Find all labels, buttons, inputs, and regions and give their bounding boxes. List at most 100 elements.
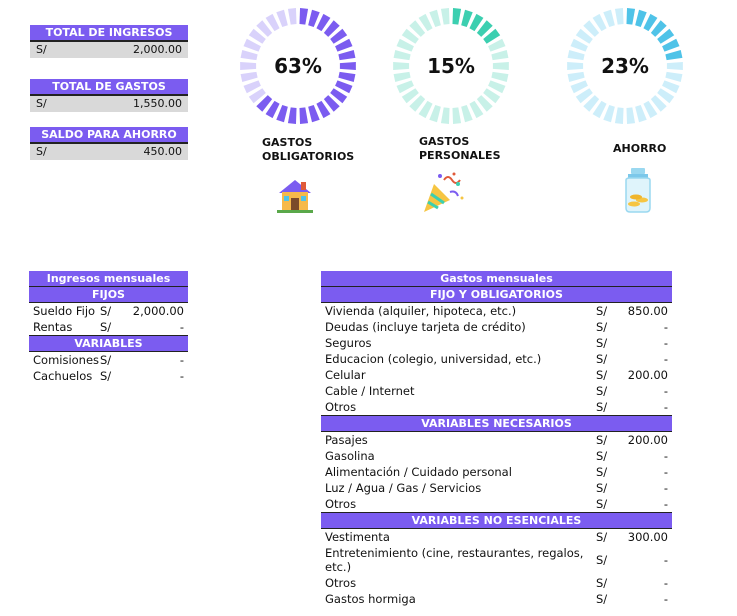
summary-label: SALDO PARA AHORRO [30, 127, 188, 144]
donut-percent: 63% [274, 54, 322, 78]
label-line: PERSONALES [419, 149, 501, 162]
currency-symbol: S/ [36, 97, 47, 110]
table-row: Deudas (incluye tarjeta de crédito) S/ - [321, 319, 672, 335]
table-row: Gasolina S/ - [321, 448, 672, 464]
row-label: Alimentación / Cuidado personal [325, 465, 512, 479]
table-row: Cable / Internet S/ - [321, 383, 672, 399]
row-value: - [663, 481, 668, 495]
row-value: - [663, 320, 668, 334]
row-label: Otros [325, 497, 357, 511]
section-header: VARIABLES [29, 335, 188, 352]
currency-symbol: S/ [100, 304, 112, 318]
row-label: Rentas [33, 320, 73, 334]
label-ahorro: AHORRO [613, 142, 666, 156]
summary-row: S/ 1,550.00 [30, 96, 188, 112]
row-value: - [179, 369, 184, 383]
row-label: Otros [325, 400, 357, 414]
summary-total-gastos: TOTAL DE GASTOS S/ 1,550.00 [30, 79, 188, 112]
table-title: Gastos mensuales [321, 271, 672, 286]
currency-symbol: S/ [596, 576, 608, 590]
row-value: 2,000.00 [132, 304, 184, 318]
row-label: Educacion (colegio, universidad, etc.) [325, 352, 542, 366]
row-value: - [663, 449, 668, 463]
row-value: - [663, 592, 668, 606]
summary-total-ingresos: TOTAL DE INGRESOS S/ 2,000.00 [30, 25, 188, 58]
label-line: AHORRO [613, 142, 667, 155]
currency-symbol: S/ [596, 553, 608, 567]
row-label: Celular [325, 368, 366, 382]
currency-symbol: S/ [596, 320, 608, 334]
table-row: Gastos hormiga S/ - [321, 591, 672, 607]
currency-symbol: S/ [596, 530, 608, 544]
table-row: Seguros S/ - [321, 335, 672, 351]
currency-symbol: S/ [596, 336, 608, 350]
table-row: Comisiones S/ - [29, 352, 188, 368]
savings-jar-icon [622, 166, 654, 214]
row-label: Deudas (incluye tarjeta de crédito) [325, 320, 526, 334]
row-label: Luz / Agua / Gas / Servicios [325, 481, 482, 495]
table-row: Sueldo Fijo S/ 2,000.00 [29, 303, 188, 319]
row-label: Pasajes [325, 433, 368, 447]
currency-symbol: S/ [36, 43, 47, 56]
currency-symbol: S/ [100, 369, 112, 383]
row-label: Cable / Internet [325, 384, 415, 398]
table-row: Otros S/ - [321, 399, 672, 415]
table-row: Celular S/200.00 [321, 367, 672, 383]
table-row: Vestimenta S/300.00 [321, 529, 672, 545]
row-value: - [663, 384, 668, 398]
row-label: Cachuelos [33, 369, 93, 383]
donut-gastos-personales: 15% [391, 6, 511, 126]
summary-label: TOTAL DE GASTOS [30, 79, 188, 96]
row-value: - [663, 336, 668, 350]
section-header: VARIABLES NO ESENCIALES [321, 512, 672, 529]
currency-symbol: S/ [596, 465, 608, 479]
label-gastos-obligatorios: GASTOS OBLIGATORIOS [262, 136, 354, 164]
label-gastos-personales: GASTOS PERSONALES [419, 135, 501, 163]
row-value: - [663, 553, 668, 567]
section-header: FIJO Y OBLIGATORIOS [321, 286, 672, 303]
currency-symbol: S/ [596, 384, 608, 398]
party-popper-icon [420, 170, 466, 216]
row-value: 200.00 [627, 433, 668, 447]
table-row: Rentas S/ - [29, 319, 188, 335]
currency-symbol: S/ [596, 400, 608, 414]
row-label: Seguros [325, 336, 372, 350]
summary-value: 450.00 [143, 145, 183, 158]
currency-symbol: S/ [596, 481, 608, 495]
currency-symbol: S/ [596, 497, 608, 511]
row-value: - [663, 576, 668, 590]
currency-symbol: S/ [596, 368, 608, 382]
table-row: Entretenimiento (cine, restaurantes, reg… [321, 545, 672, 575]
row-label: Gasolina [325, 449, 375, 463]
section-header: VARIABLES NECESARIOS [321, 415, 672, 432]
summary-label: TOTAL DE INGRESOS [30, 25, 188, 42]
currency-symbol: S/ [596, 592, 608, 606]
currency-symbol: S/ [596, 352, 608, 366]
label-line: OBLIGATORIOS [262, 150, 355, 163]
table-row: Luz / Agua / Gas / Servicios S/ - [321, 480, 672, 496]
summary-row: S/ 2,000.00 [30, 42, 188, 58]
row-label: Sueldo Fijo [33, 304, 96, 318]
label-line: GASTOS [262, 136, 313, 149]
table-row: Otros S/ - [321, 575, 672, 591]
donut-gastos-obligatorios: 63% [238, 6, 358, 126]
ingresos-mensuales-table: Ingresos mensuales FIJOS Sueldo Fijo S/ … [29, 271, 188, 384]
row-label: Vestimenta [325, 530, 390, 544]
row-label: Otros [325, 576, 357, 590]
currency-symbol: S/ [100, 353, 112, 367]
summary-saldo-ahorro: SALDO PARA AHORRO S/ 450.00 [30, 127, 188, 160]
row-value: - [663, 400, 668, 414]
row-label: Entretenimiento (cine, restaurantes, reg… [325, 546, 584, 574]
section-header: FIJOS [29, 286, 188, 303]
donut-percent: 15% [427, 54, 475, 78]
table-row: Cachuelos S/ - [29, 368, 188, 384]
row-label: Comisiones [33, 353, 100, 367]
summary-value: 1,550.00 [133, 97, 182, 110]
row-label: Vivienda (alquiler, hipoteca, etc.) [325, 304, 517, 318]
table-row: Vivienda (alquiler, hipoteca, etc.) S/850… [321, 303, 672, 319]
donut-ahorro: 23% [565, 6, 685, 126]
currency-symbol: S/ [596, 304, 608, 318]
table-row: Alimentación / Cuidado personal S/ - [321, 464, 672, 480]
gastos-mensuales-table: Gastos mensuales FIJO Y OBLIGATORIOS Viv… [321, 271, 672, 607]
table-row: Pasajes S/200.00 [321, 432, 672, 448]
